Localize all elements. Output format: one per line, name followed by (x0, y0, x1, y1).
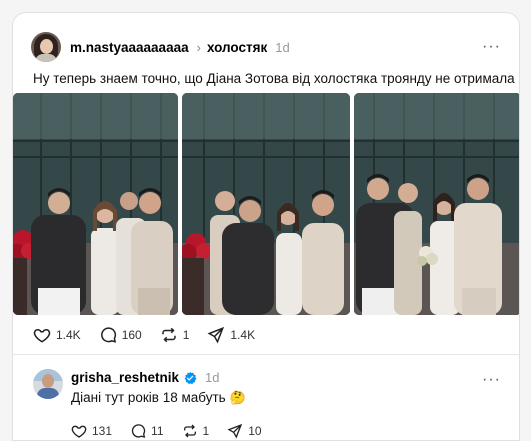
send-icon (227, 423, 243, 439)
reply-avatar[interactable] (33, 369, 63, 399)
more-options-icon[interactable]: ··· (482, 38, 501, 56)
divider (13, 354, 519, 355)
reply-like-count: 131 (92, 424, 113, 438)
reply-comment-button[interactable]: 11 (130, 423, 164, 439)
share-count: 1.4K (230, 328, 256, 342)
reply-text: Діані тут років 18 мабуть 🤔 (71, 390, 246, 406)
repost-icon (183, 424, 196, 438)
comment-icon (131, 424, 146, 438)
reply-actions: 131 11 1 10 (71, 423, 280, 439)
repost-count: 1 (182, 328, 190, 342)
reply-share-count: 10 (248, 424, 262, 438)
verified-badge-icon (184, 371, 197, 384)
comment-button[interactable]: 160 (99, 326, 142, 344)
reply-text-body: Діані тут років 18 мабуть (71, 390, 226, 405)
reply-header: grisha_reshetnik 1d (71, 370, 220, 385)
post-actions: 1.4K 160 1 1.4K (33, 326, 273, 344)
chevron-right-icon: › (196, 39, 201, 55)
thinking-emoji: 🤔 (229, 391, 246, 406)
reply-time: 1d (205, 370, 220, 385)
reply-comment-count: 11 (151, 424, 164, 438)
heart-icon (71, 425, 87, 438)
post-photo-2[interactable] (182, 93, 350, 315)
reply-share-button[interactable]: 10 (227, 423, 262, 439)
reply-like-button[interactable]: 131 (71, 423, 112, 439)
share-button[interactable]: 1.4K (207, 326, 255, 344)
heart-icon (33, 328, 51, 343)
comment-icon (100, 327, 116, 343)
reply-username[interactable]: grisha_reshetnik (71, 370, 179, 385)
comment-count: 160 (121, 328, 142, 342)
like-count: 1.4K (56, 328, 81, 342)
post-photo-3[interactable] (354, 93, 519, 315)
post-photo-1[interactable] (13, 93, 178, 315)
avatar[interactable] (31, 32, 61, 62)
post-time: 1d (275, 39, 290, 55)
like-button[interactable]: 1.4K (33, 326, 81, 344)
post-header: m.nastyaaaaaaaaa › холостяк 1d ··· (31, 31, 501, 63)
repost-icon (161, 327, 176, 343)
photo-carousel[interactable] (13, 93, 519, 315)
reply-more-options-icon[interactable]: ··· (482, 371, 501, 389)
post-username[interactable]: m.nastyaaaaaaaaa (70, 40, 189, 55)
thread-card: m.nastyaaaaaaaaa › холостяк 1d ··· Ну те… (12, 12, 520, 441)
repost-button[interactable]: 1 (160, 326, 190, 344)
reply-repost-count: 1 (202, 424, 210, 438)
reply-repost-button[interactable]: 1 (182, 423, 210, 439)
topic-tag[interactable]: холостяк (207, 40, 267, 55)
send-icon (207, 326, 225, 344)
post-text: Ну теперь знаем точно, що Діана Зотова в… (33, 71, 515, 86)
